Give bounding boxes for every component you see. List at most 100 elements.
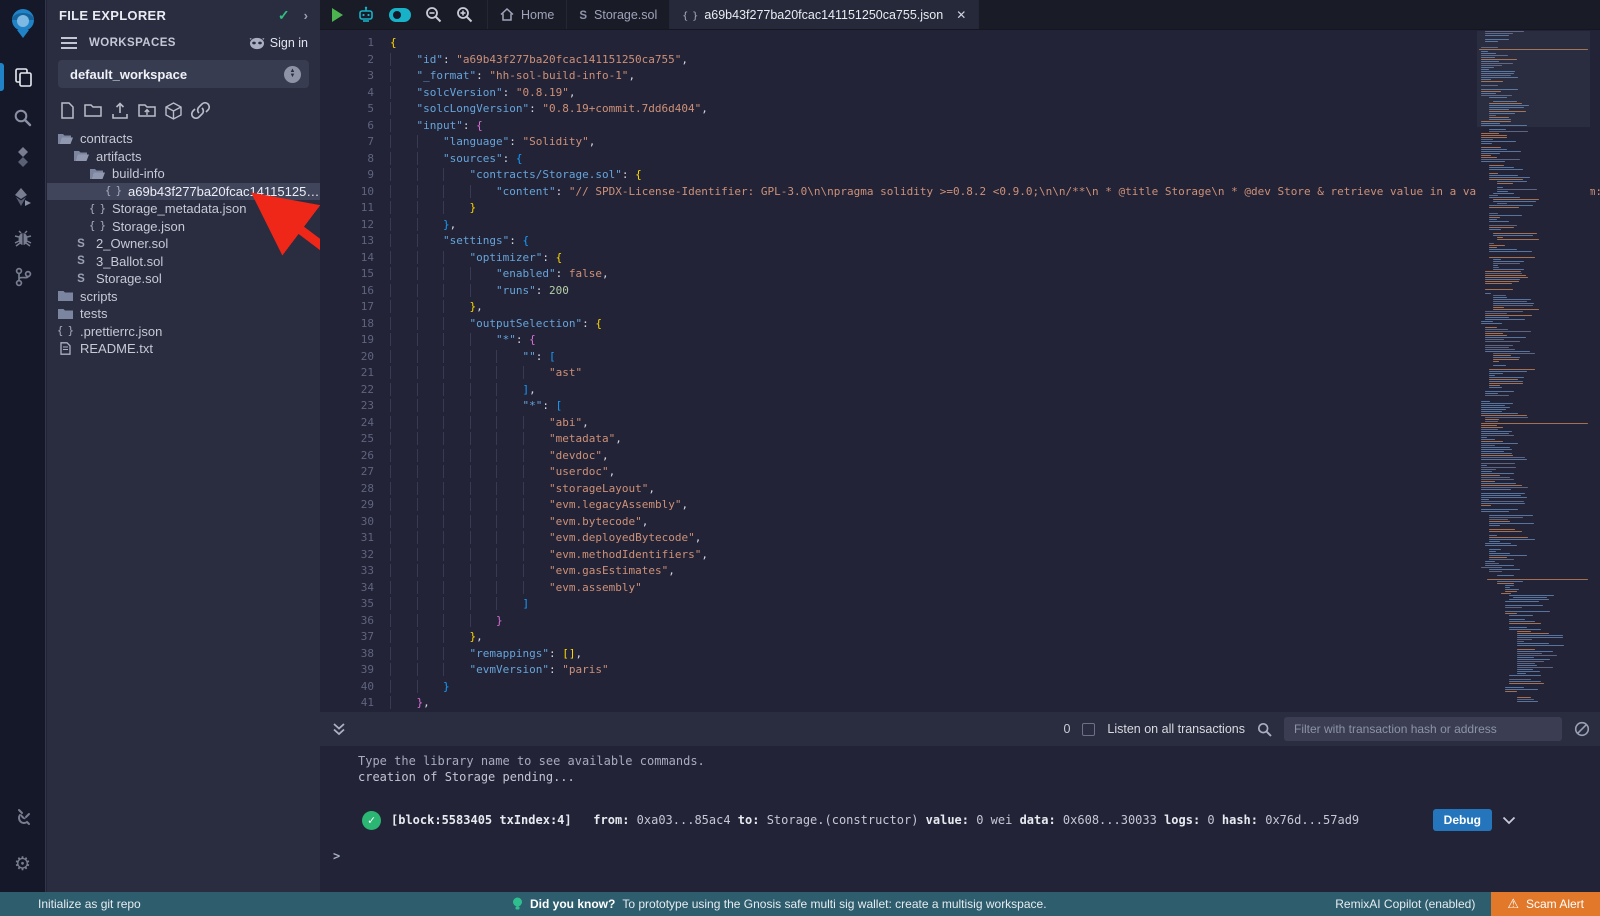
tree-item-label: scripts (80, 289, 118, 304)
terminal[interactable]: Type the library name to see available c… (320, 746, 1600, 892)
sidebar-item-search[interactable] (0, 97, 46, 137)
folder-open-icon (89, 168, 105, 180)
play-icon (332, 8, 343, 22)
terminal-search-icon (1257, 722, 1272, 737)
vertical-icon-panel: ⚙ (0, 0, 46, 892)
listen-all-checkbox[interactable] (1082, 723, 1095, 736)
bug-icon (13, 228, 33, 247)
zoom-out-icon (425, 6, 442, 23)
minimap[interactable] (1477, 31, 1590, 712)
github-sign-in[interactable]: Sign in (249, 36, 308, 50)
sidebar-item-solidity-compiler[interactable] (0, 137, 46, 177)
tree-item-scripts[interactable]: scripts (47, 288, 320, 306)
import-cube-icon[interactable] (165, 102, 182, 120)
json-icon: { } (105, 185, 121, 197)
gear-icon: ⚙ (14, 853, 31, 876)
tree-item-label: contracts (80, 131, 133, 146)
ai-copilot-toggle[interactable] (389, 8, 411, 22)
sidebar-item-deploy-run[interactable] (0, 177, 46, 217)
main-area: HomeSStorage.sol{ }a69b43f277ba20fcac141… (320, 0, 1600, 892)
tree-item-a69b43f277ba20fcac141151250ca7-[interactable]: { } a69b43f277ba20fcac141151250ca7... (47, 183, 320, 201)
solidity-icon: S (73, 238, 89, 250)
tree-item-label: 3_Ballot.sol (96, 254, 163, 269)
sidebar-item-plugin-manager[interactable] (0, 796, 46, 836)
zoom-in-icon (456, 6, 473, 23)
solidity-icon: S (579, 8, 587, 22)
expand-transaction-chevron-icon[interactable] (1502, 816, 1516, 825)
code-editor[interactable]: 1234567891011121314151617181920212223242… (320, 31, 1600, 712)
transaction-log-row[interactable]: ✓ [block:5583405 txIndex:4] from: 0xa03.… (362, 809, 1600, 831)
json-icon: { } (89, 203, 105, 215)
panel-title: FILE EXPLORER (59, 8, 278, 23)
tree-item-readme-txt[interactable]: README.txt (47, 340, 320, 358)
transaction-count: 0 (1063, 722, 1070, 736)
tab-home[interactable]: Home (487, 0, 567, 29)
file-tree: contracts artifactsbuild-info { } a69b43f27… (47, 130, 320, 358)
terminal-collapse-icon[interactable] (332, 722, 346, 736)
copilot-status[interactable]: RemixAI Copilot (enabled) (1335, 897, 1475, 911)
tree-item-label: 2_Owner.sol (96, 236, 168, 251)
tree-item-label: .prettierrc.json (80, 324, 162, 339)
tab-a69b43f277ba20fcac141151250ca755-json[interactable]: { }a69b43f277ba20fcac141151250ca755.json… (670, 0, 979, 29)
scam-alert-button[interactable]: ⚠ Scam Alert (1491, 892, 1600, 916)
transaction-summary: [block:5583405 txIndex:4] from: 0xa03...… (391, 813, 1359, 827)
file-icon (57, 342, 73, 355)
remix-logo-icon[interactable] (8, 7, 38, 39)
tree-item-2-owner-sol[interactable]: S 2_Owner.sol (47, 235, 320, 253)
tree-item-label: README.txt (80, 341, 153, 356)
tree-item-storage-json[interactable]: { }Storage.json (47, 218, 320, 236)
tree-item-label: Storage.sol (96, 271, 162, 286)
active-indicator (0, 63, 4, 91)
tab-storage-sol[interactable]: SStorage.sol (567, 0, 670, 29)
tree-item-storage-sol[interactable]: SStorage.sol (47, 270, 320, 288)
terminal-log-line: creation of Storage pending... (358, 769, 1600, 785)
tree-item-tests[interactable]: tests (47, 305, 320, 323)
json-icon: { } (57, 325, 73, 337)
workspace-select[interactable]: default_workspace ▲▼ (58, 60, 309, 88)
workspaces-label: WORKSPACES (89, 37, 249, 49)
tree-item-build-info[interactable]: build-info (47, 165, 320, 183)
upload-file-icon[interactable] (111, 102, 129, 119)
tree-item-artifacts[interactable]: artifacts (47, 148, 320, 166)
file-explorer-panel: FILE EXPLORER ✓ › WORKSPACES Sign in def… (47, 0, 320, 892)
code-content[interactable]: { "id": "a69b43f277ba20fcac141151250ca75… (390, 35, 1600, 712)
github-icon (249, 37, 265, 50)
sidebar-item-git[interactable] (0, 257, 46, 297)
close-tab-icon[interactable]: ✕ (956, 8, 966, 22)
panel-collapse-chevron-icon[interactable]: › (304, 8, 308, 23)
minimap-viewport[interactable] (1477, 31, 1590, 127)
sidebar-item-settings[interactable]: ⚙ (0, 844, 46, 884)
robot-icon (357, 6, 375, 24)
folder-closed-icon (57, 290, 73, 302)
tree-item-label: a69b43f277ba20fcac141151250ca7... (128, 184, 320, 199)
tree-item--prettierrc-json[interactable]: { } .prettierrc.json (47, 323, 320, 341)
debug-button[interactable]: Debug (1433, 809, 1492, 831)
sidebar-item-debugger[interactable] (0, 217, 46, 257)
tx-success-check-icon: ✓ (362, 811, 381, 830)
tree-item-contracts[interactable]: contracts (47, 130, 320, 148)
tree-item-label: Storage.json (112, 219, 185, 234)
tree-item-3-ballot-sol[interactable]: S 3_Ballot.sol (47, 253, 320, 271)
file-toolbar (47, 88, 320, 128)
git-branch-icon (14, 267, 32, 287)
tree-item-storage-metadata-json[interactable]: { }Storage_metadata.json (47, 200, 320, 218)
sidebar-item-file-explorer[interactable] (0, 57, 46, 97)
new-file-icon[interactable] (60, 102, 75, 119)
run-script-button[interactable] (332, 8, 343, 22)
transaction-filter-input[interactable] (1284, 717, 1562, 741)
remix-ai-assistant-button[interactable] (357, 6, 375, 24)
git-init-button[interactable]: Initialize as git repo (38, 897, 141, 911)
lightbulb-icon (512, 897, 523, 912)
workspaces-menu-icon[interactable] (61, 37, 77, 49)
json-icon: { } (682, 8, 697, 22)
clear-filter-icon[interactable] (1574, 721, 1590, 737)
new-folder-icon[interactable] (84, 102, 102, 118)
upload-folder-icon[interactable] (138, 102, 156, 118)
link-icon[interactable] (191, 102, 210, 119)
plug-icon (13, 806, 33, 826)
terminal-prompt[interactable]: > (333, 849, 1600, 863)
solidity-icon: S (73, 255, 89, 267)
terminal-header: 0 Listen on all transactions (320, 712, 1600, 746)
zoom-out-button[interactable] (425, 6, 442, 23)
zoom-in-button[interactable] (456, 6, 473, 23)
